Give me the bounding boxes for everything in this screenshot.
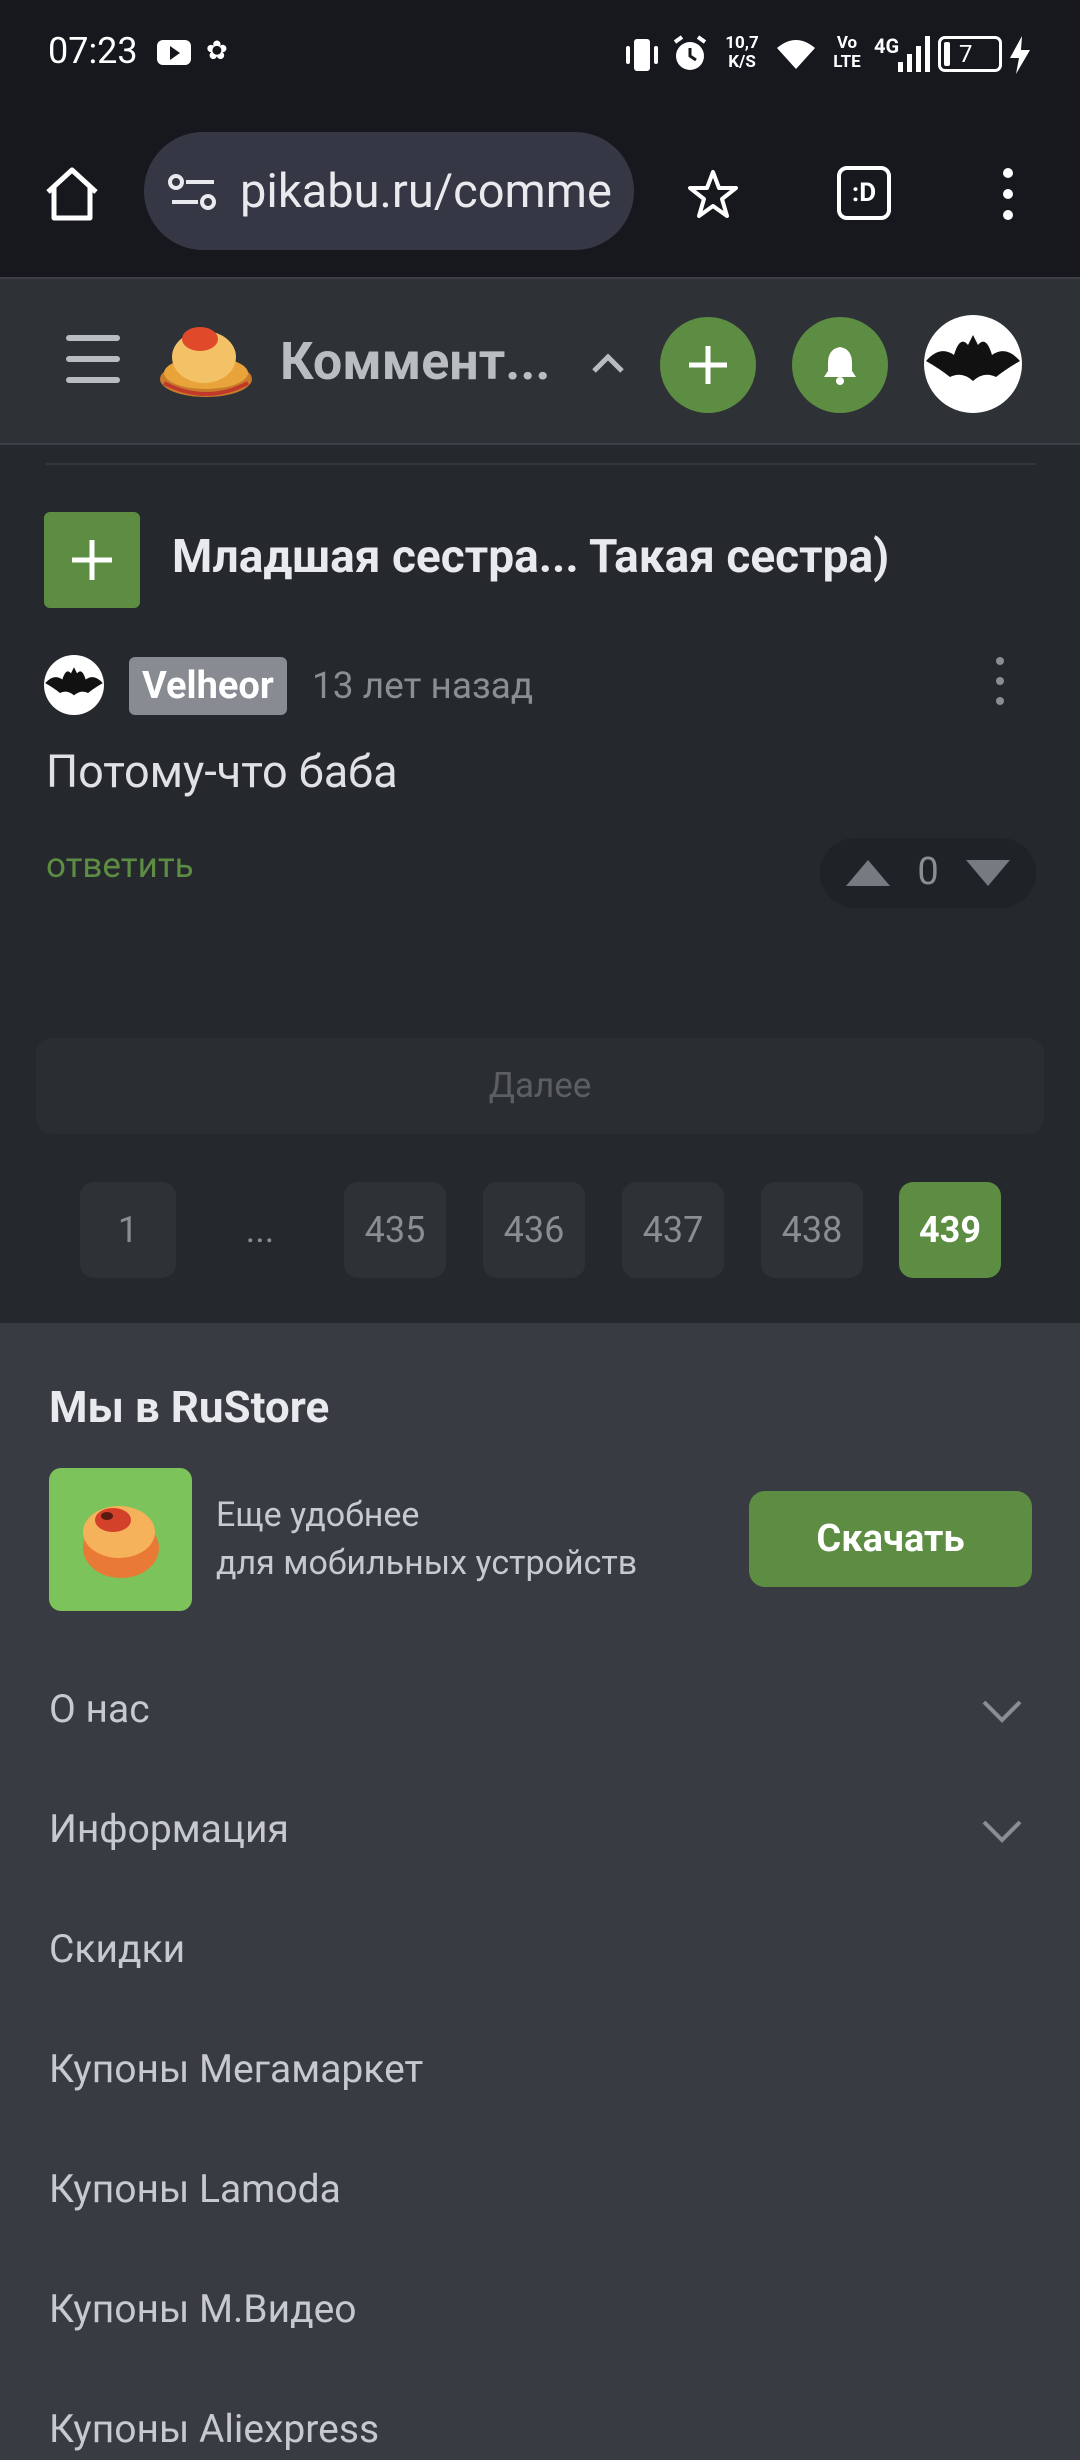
volte-indicator: Vo LTE (829, 34, 865, 72)
plus-icon (689, 346, 727, 384)
reply-link[interactable]: ответить (46, 845, 194, 886)
footer-link-info[interactable]: Информация (49, 1806, 289, 1852)
site-header: Коммент... (0, 277, 1080, 445)
battery-level: 7 (959, 40, 973, 68)
more-menu-icon[interactable] (1000, 168, 1016, 220)
volte-bottom: LTE (833, 52, 861, 72)
bat-avatar-image (45, 667, 103, 696)
comment-text: Потому-что баба (46, 745, 398, 798)
page-button-current[interactable]: 439 (899, 1182, 1001, 1278)
network-speed: 10,7 K/S (721, 34, 763, 72)
chevron-down-icon[interactable] (980, 1816, 1024, 1846)
divider (46, 463, 1036, 465)
pikabu-app-logo (83, 1506, 159, 1578)
comment-score: 0 (917, 850, 939, 894)
pagination: 1 ... 435 436 437 438 439 (0, 1182, 1080, 1278)
signal-icon (898, 36, 930, 72)
alarm-icon (673, 35, 707, 70)
app-description-line2: для мобильных устройств (216, 1543, 638, 1583)
footer-link-aliexpress[interactable]: Купоны Aliexpress (49, 2406, 379, 2452)
downvote-icon[interactable] (966, 860, 1010, 886)
browser-toolbar: pikabu.ru/comme :D (0, 112, 1080, 277)
footer-link-about[interactable]: О нас (49, 1686, 150, 1732)
address-bar[interactable]: pikabu.ru/comme (144, 132, 634, 250)
status-bar: 07:23 ✿ 10,7 K/S Vo LTE 4G 7 (0, 0, 1080, 112)
bat-avatar-image (926, 335, 1020, 381)
tab-switcher-icon[interactable]: :D (837, 166, 891, 220)
vibrate-icon (626, 39, 658, 71)
app-description-line1: Еще удобнее (216, 1495, 420, 1535)
pikabu-logo[interactable] (156, 321, 254, 403)
page-button[interactable]: 435 (344, 1182, 446, 1278)
footer-link-lamoda[interactable]: Купоны Lamoda (49, 2166, 341, 2212)
battery-icon: 7 (938, 36, 1002, 72)
rustore-title: Мы в RuStore (49, 1381, 330, 1433)
home-icon[interactable] (42, 164, 102, 224)
post-title[interactable]: Младшая сестра... Такая сестра) (172, 530, 889, 584)
page-button[interactable]: 1 (80, 1182, 176, 1278)
page-ellipsis: ... (245, 1209, 275, 1251)
vote-widget: 0 (820, 838, 1036, 908)
network-speed-value: 10,7 (725, 33, 759, 53)
volte-top: Vo (836, 33, 858, 53)
collapse-chevron-icon[interactable] (590, 351, 626, 375)
notification-app-icon: ✿ (206, 36, 228, 66)
footer-link-megamarket[interactable]: Купоны Мегамаркет (49, 2046, 423, 2092)
network-speed-unit: K/S (728, 52, 756, 72)
page-button[interactable]: 437 (622, 1182, 724, 1278)
footer-link-mvideo[interactable]: Купоны М.Видео (49, 2286, 357, 2332)
user-avatar[interactable] (924, 315, 1022, 413)
menu-icon[interactable] (66, 335, 120, 383)
comments-section: Младшая сестра... Такая сестра) Velheor … (0, 445, 1080, 1325)
footer: Мы в RuStore Еще удобнее для мобильных у… (0, 1323, 1080, 2460)
app-description: Еще удобнее для мобильных устройств (216, 1491, 637, 1587)
site-settings-icon[interactable] (168, 172, 218, 212)
page-button[interactable]: 436 (483, 1182, 585, 1278)
comment-author-avatar[interactable] (44, 655, 104, 715)
url-text[interactable]: pikabu.ru/comme (240, 164, 612, 219)
page-button[interactable]: 438 (761, 1182, 863, 1278)
youtube-notification-icon (157, 40, 191, 65)
bell-icon (824, 347, 856, 385)
notifications-button[interactable] (792, 317, 888, 413)
bookmark-star-icon[interactable] (686, 168, 740, 222)
app-icon[interactable] (49, 1468, 192, 1611)
charging-icon (1010, 36, 1030, 74)
upvote-icon[interactable] (846, 860, 890, 886)
comment-more-icon[interactable] (988, 657, 1012, 713)
page-title: Коммент... (280, 331, 551, 392)
footer-link-discounts[interactable]: Скидки (49, 1926, 185, 1972)
status-time: 07:23 (48, 30, 138, 72)
expand-post-button[interactable] (44, 512, 140, 608)
network-type: 4G (874, 34, 900, 58)
comment-author-name[interactable]: Velheor (129, 657, 287, 715)
download-button[interactable]: Скачать (749, 1491, 1032, 1587)
create-post-button[interactable] (660, 317, 756, 413)
chevron-down-icon[interactable] (980, 1696, 1024, 1726)
wifi-icon (777, 40, 815, 69)
plus-icon (72, 540, 112, 580)
next-button[interactable]: Далее (36, 1038, 1044, 1134)
comment-time: 13 лет назад (312, 665, 534, 708)
